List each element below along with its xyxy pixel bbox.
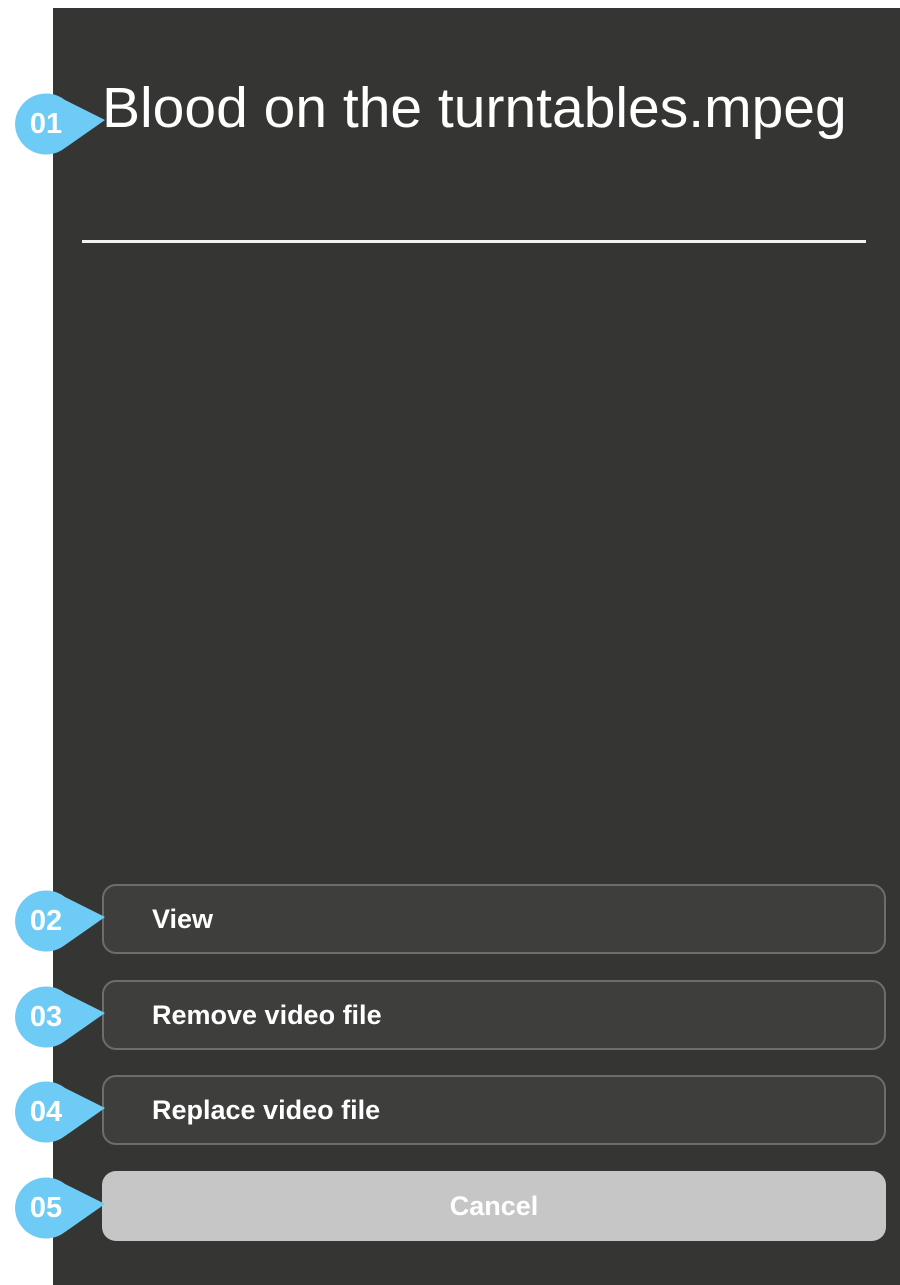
screen: Blood on the turntables.mpeg View Remove…	[0, 0, 900, 1285]
marker-label: 01	[29, 108, 63, 140]
file-title: Blood on the turntables.mpeg	[102, 76, 847, 140]
annotation-marker-03: 03	[13, 985, 107, 1049]
cancel-button[interactable]: Cancel	[102, 1171, 886, 1241]
annotation-marker-04: 04	[13, 1080, 107, 1144]
title-divider	[82, 240, 866, 243]
marker-label: 05	[29, 1192, 63, 1224]
marker-label: 03	[29, 1001, 63, 1033]
remove-video-file-button[interactable]: Remove video file	[102, 980, 886, 1050]
replace-video-file-button[interactable]: Replace video file	[102, 1075, 886, 1145]
annotation-marker-01: 01	[13, 92, 107, 156]
annotation-marker-02: 02	[13, 889, 107, 953]
view-button[interactable]: View	[102, 884, 886, 954]
marker-label: 04	[29, 1096, 63, 1128]
annotation-marker-05: 05	[13, 1176, 107, 1240]
marker-label: 02	[29, 905, 63, 937]
